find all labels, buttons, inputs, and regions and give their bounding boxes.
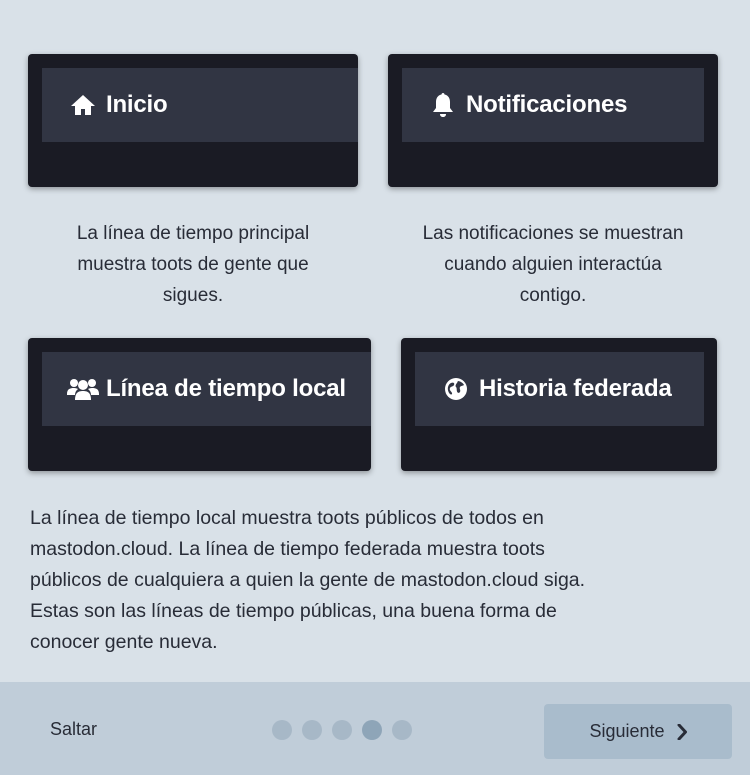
page-dot-3[interactable]: [332, 720, 352, 740]
home-card-title: Inicio: [106, 91, 168, 118]
notifications-card-header: Notificaciones: [402, 68, 704, 142]
chevron-right-icon: [677, 723, 687, 740]
next-button[interactable]: Siguiente: [544, 704, 732, 759]
page-dot-2[interactable]: [302, 720, 322, 740]
bell-icon: [428, 90, 458, 120]
federated-timeline-card: Historia federada: [401, 338, 717, 471]
onboarding-footer: Saltar Siguiente: [0, 682, 750, 775]
home-icon: [68, 90, 98, 120]
notifications-description: Las notificaciones se muestran cuando al…: [422, 223, 684, 306]
local-timeline-card: Línea de tiempo local: [28, 338, 371, 471]
timelines-description: La línea de tiempo local muestra toots p…: [30, 507, 586, 653]
home-description: La línea de tiempo principal muestra too…: [76, 223, 310, 306]
notifications-card-title: Notificaciones: [466, 91, 628, 118]
page-dot-5[interactable]: [392, 720, 412, 740]
next-button-label: Siguiente: [589, 721, 665, 741]
page-indicator: [272, 720, 412, 740]
notifications-card: Notificaciones: [388, 54, 718, 187]
federated-timeline-card-header: Historia federada: [415, 352, 704, 426]
home-card: Inicio: [28, 54, 358, 187]
local-timeline-card-title: Línea de tiempo local: [106, 375, 346, 402]
page-dot-1[interactable]: [272, 720, 292, 740]
federated-timeline-card-title: Historia federada: [479, 375, 672, 402]
skip-link[interactable]: Saltar: [50, 719, 97, 740]
local-timeline-card-header: Línea de tiempo local: [42, 352, 371, 426]
home-card-header: Inicio: [42, 68, 358, 142]
users-icon: [66, 374, 100, 404]
page-dot-4[interactable]: [362, 720, 382, 740]
globe-icon: [441, 374, 471, 404]
